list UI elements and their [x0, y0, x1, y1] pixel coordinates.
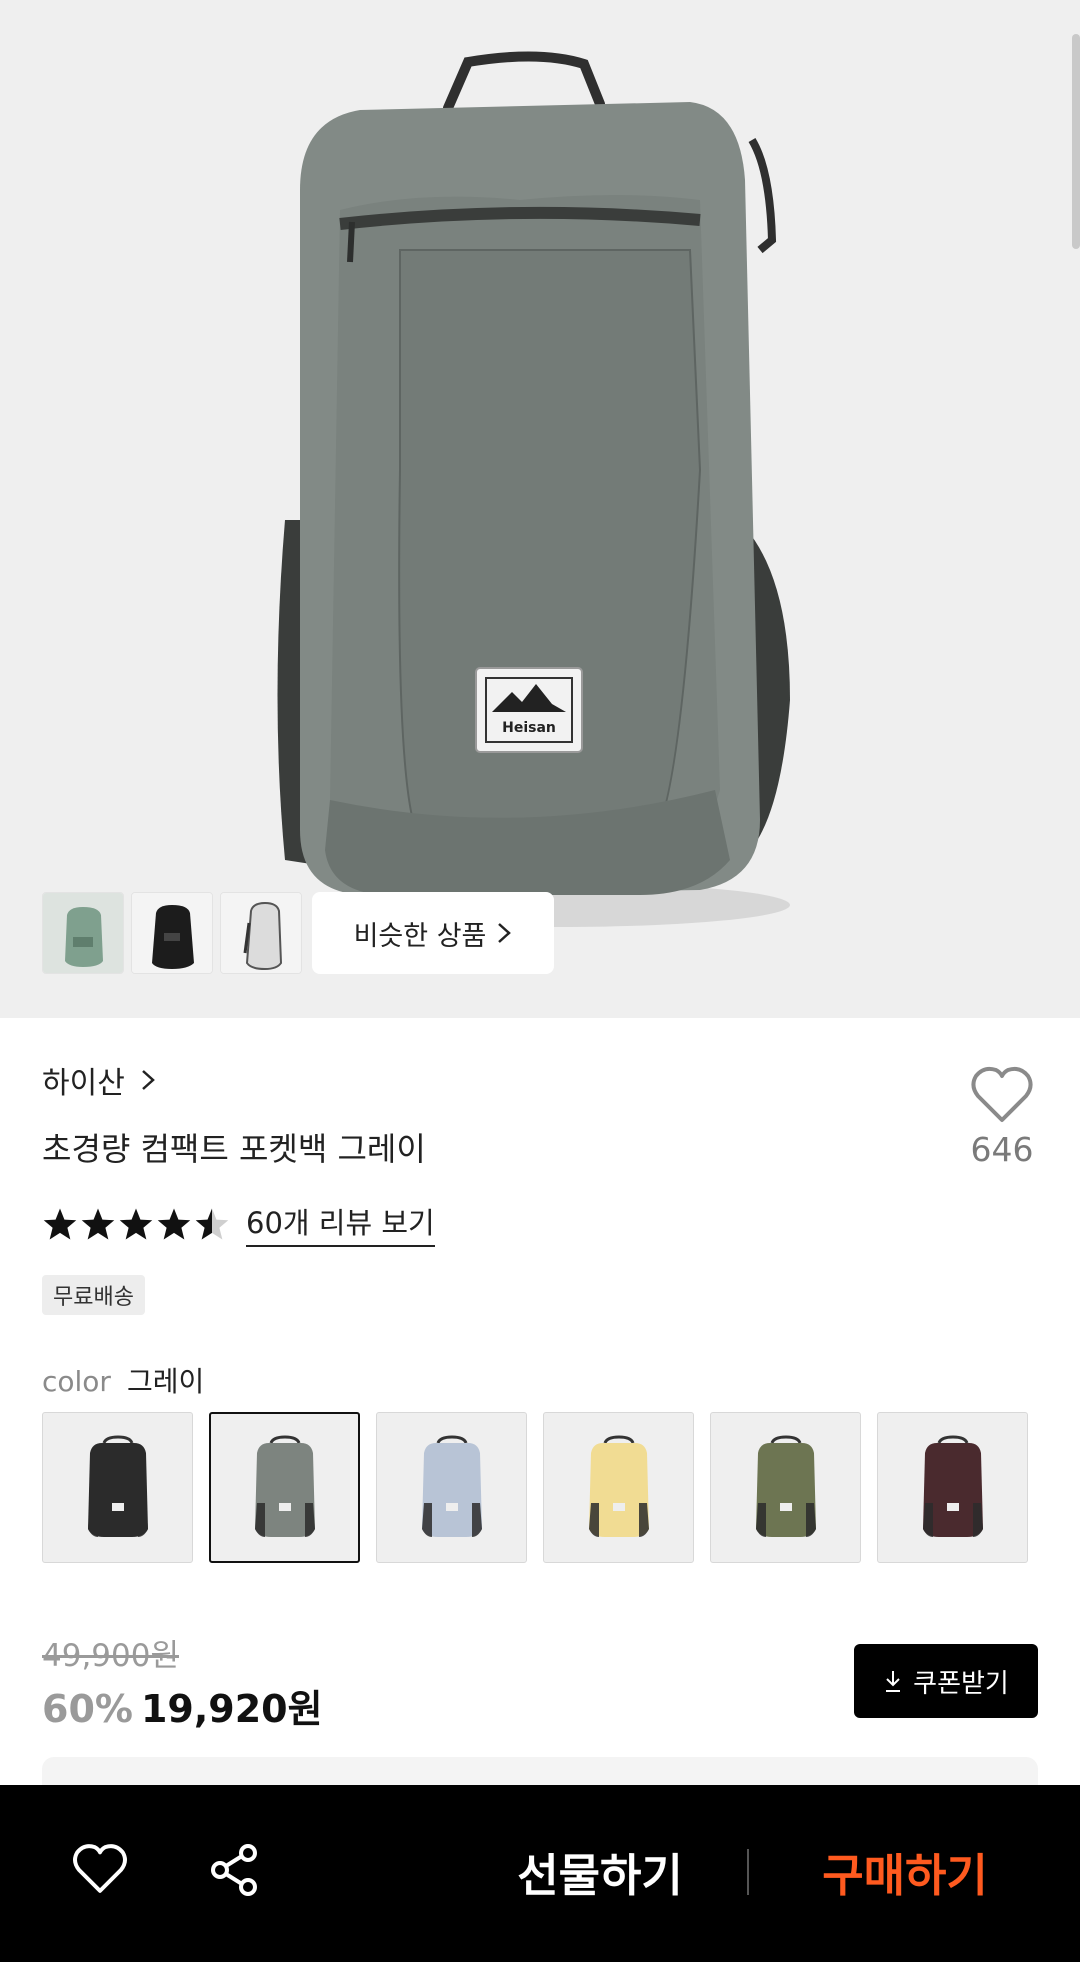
backpack-swatch-icon	[755, 1434, 816, 1537]
heart-icon	[971, 1066, 1033, 1122]
backpack-swatch-icon	[87, 1434, 148, 1537]
price-row: 60% 19,920원	[42, 1678, 323, 1733]
heart-icon[interactable]	[72, 1843, 128, 1895]
backpack-thumb-icon	[132, 893, 212, 973]
similar-products-label: 비슷한 상품	[353, 920, 487, 952]
wishlist-button[interactable]: 646	[960, 1066, 1044, 1169]
color-swatch-burgundy[interactable]	[877, 1412, 1028, 1563]
coupon-label: 쿠폰받기	[913, 1668, 1009, 1699]
discount-rate: 60%	[42, 1687, 133, 1731]
scrollbar[interactable]	[1072, 34, 1080, 249]
download-icon	[886, 1671, 901, 1692]
free-shipping-badge: 무료배송	[42, 1275, 145, 1315]
backpack-swatch-icon	[588, 1434, 649, 1537]
chevron-right-icon	[498, 923, 512, 943]
brand-name: 하이산	[42, 1066, 125, 1101]
color-swatch-light-blue[interactable]	[376, 1412, 527, 1563]
backpack-swatch-icon	[922, 1434, 983, 1537]
sale-price: 19,920원	[140, 1687, 323, 1731]
star-full-icon	[157, 1207, 191, 1240]
backpack-thumb-icon	[43, 893, 123, 973]
backpack-swatch-icon	[254, 1434, 315, 1537]
brand-patch-text: Heisan	[502, 720, 556, 736]
brand-link[interactable]: 하이산	[42, 1058, 159, 1102]
thumbnail-black[interactable]	[131, 892, 213, 974]
share-icon[interactable]	[208, 1843, 260, 1897]
review-link[interactable]: 60개 리뷰 보기	[246, 1200, 435, 1247]
product-title: 초경량 컴팩트 포켓백 그레이	[42, 1130, 426, 1168]
star-full-icon	[43, 1207, 77, 1240]
product-page: Heisan 비슷한 상품 하이산 초경량 컴팩트 포켓백 그레이 646 60…	[0, 0, 1080, 1962]
color-swatch-olive[interactable]	[710, 1412, 861, 1563]
color-swatch-list	[42, 1412, 1028, 1563]
bottom-action-bar: 선물하기 구매하기	[0, 1785, 1080, 1962]
star-full-icon	[119, 1207, 153, 1240]
star-rating	[42, 1207, 230, 1241]
similar-products-button[interactable]: 비슷한 상품	[312, 892, 554, 974]
color-selected-value: 그레이	[126, 1365, 205, 1398]
gift-button[interactable]: 선물하기	[480, 1839, 720, 1904]
star-half-icon	[195, 1207, 229, 1240]
buy-button[interactable]: 구매하기	[780, 1839, 1030, 1904]
divider	[747, 1849, 749, 1895]
rating-row: 60개 리뷰 보기	[42, 1200, 435, 1247]
thumbnail-green[interactable]	[42, 892, 124, 974]
color-label: color	[42, 1365, 111, 1398]
color-swatch-gray[interactable]	[209, 1412, 360, 1563]
backpack-image: Heisan	[277, 51, 790, 927]
thumbnail-white[interactable]	[220, 892, 302, 974]
backpack-thumb-icon	[221, 893, 301, 973]
backpack-swatch-icon	[421, 1434, 482, 1537]
coupon-button[interactable]: 쿠폰받기	[854, 1644, 1038, 1718]
color-swatch-black[interactable]	[42, 1412, 193, 1563]
product-image-area[interactable]: Heisan 비슷한 상품	[0, 0, 1080, 1018]
original-price: 49,900원	[42, 1638, 179, 1674]
chevron-right-icon	[141, 1070, 155, 1090]
thumbnail-strip: 비슷한 상품	[42, 892, 554, 974]
color-swatch-yellow[interactable]	[543, 1412, 694, 1563]
star-full-icon	[81, 1207, 115, 1240]
wishlist-count: 646	[970, 1130, 1034, 1169]
color-option-header: color 그레이	[42, 1360, 204, 1400]
